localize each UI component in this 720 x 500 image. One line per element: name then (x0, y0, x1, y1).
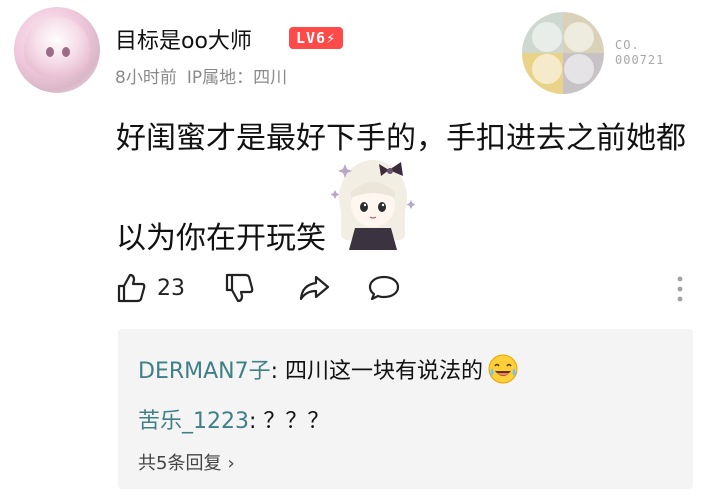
comment-meta: 8小时前 IP属地：四川 (115, 63, 287, 88)
comment-text-line2: 以为你在开玩笑 (116, 221, 326, 256)
avatar-eye-left (46, 47, 54, 57)
comment-time: 8小时前 (115, 68, 177, 88)
like-button[interactable]: 23 (113, 268, 185, 308)
reply-separator: : (249, 409, 264, 434)
thumbs-up-icon (117, 273, 146, 303)
comment-icon (368, 275, 400, 301)
reply-text: ？？？ (263, 409, 330, 434)
level-bolt: ⚡ (326, 29, 337, 47)
dislike-button[interactable] (221, 268, 257, 308)
like-count: 23 (157, 275, 185, 301)
reply-separator: : (270, 359, 286, 384)
view-all-replies-link[interactable]: 共5条回复 › (138, 449, 235, 475)
username[interactable]: 目标是oo大师 (115, 23, 252, 55)
level-badge: LV6⚡ (289, 27, 344, 49)
reply-author[interactable]: DERMAN7子 (138, 359, 271, 384)
reply-text: 四川这一块有说法的 (285, 359, 484, 384)
laughing-crying-emoji-icon (488, 354, 518, 384)
view-all-replies-label: 共5条回复 (138, 453, 222, 474)
avatar-eye-right (62, 47, 70, 57)
share-button[interactable] (296, 268, 332, 308)
share-icon (299, 275, 330, 301)
user-avatar[interactable] (14, 7, 100, 93)
thumbs-down-icon (225, 273, 254, 303)
level-text: LV6 (296, 29, 327, 47)
decoration-code-line1: CO. (615, 38, 640, 52)
decoration-avatar (522, 12, 604, 94)
anime-girl-sticker (330, 160, 416, 250)
chevron-right-icon: › (227, 453, 235, 474)
avatar-hair (24, 17, 90, 83)
decoration-code: CO. 000721 (615, 38, 695, 68)
reply-author[interactable]: 苦乐_1223 (138, 409, 249, 434)
reply-item[interactable]: 苦乐_1223: ？？？ (138, 403, 329, 435)
more-vertical-icon[interactable] (672, 273, 688, 305)
reply-preview-box[interactable]: DERMAN7子: 四川这一块有说法的 苦乐_1223: ？？？ 共5条回复 › (118, 329, 693, 489)
reply-button[interactable] (366, 268, 402, 308)
ip-location: IP属地：四川 (186, 68, 288, 88)
decoration-code-line2: 000721 (615, 53, 665, 67)
reply-item[interactable]: DERMAN7子: 四川这一块有说法的 (138, 353, 519, 385)
